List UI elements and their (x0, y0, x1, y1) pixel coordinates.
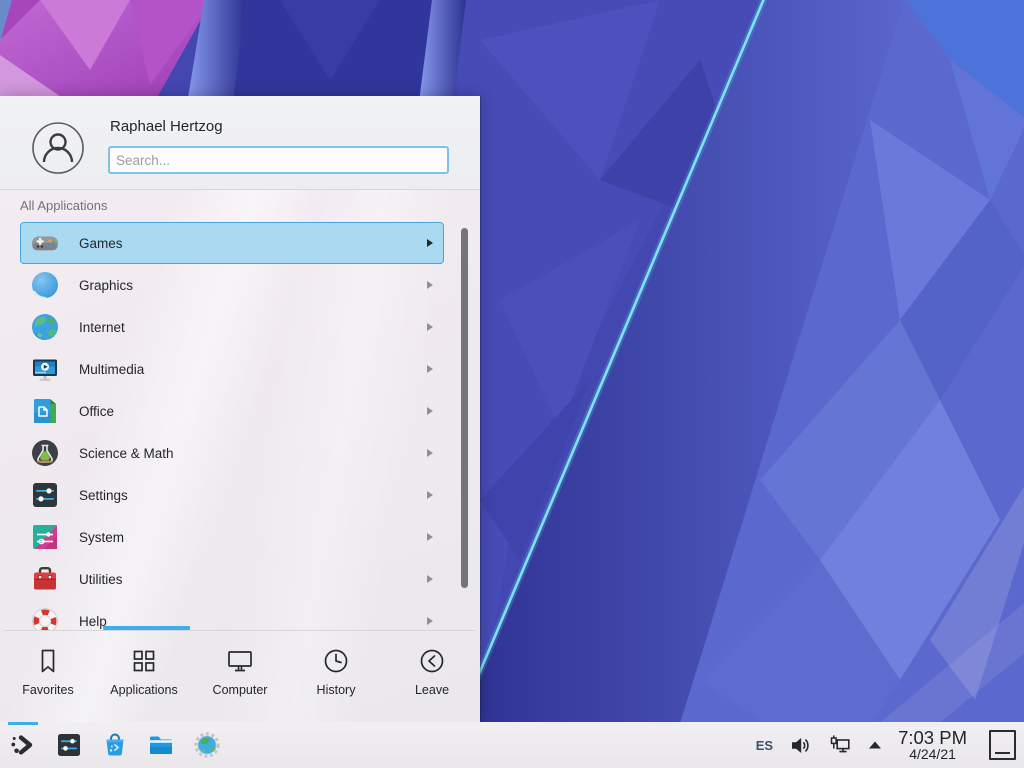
digital-clock[interactable]: 7:03 PM 4/24/21 (898, 728, 967, 762)
leave-icon (417, 646, 447, 676)
file-manager-button[interactable] (147, 731, 175, 759)
system-settings-icon (55, 731, 83, 759)
tab-leave[interactable]: Leave (384, 631, 480, 722)
utilities-icon (29, 563, 61, 595)
tab-label: History (317, 683, 356, 697)
tab-label: Applications (110, 683, 177, 697)
tab-label: Favorites (22, 683, 73, 697)
network-icon[interactable] (828, 734, 852, 757)
menu-item-utilities[interactable]: Utilities (20, 558, 444, 600)
multimedia-icon (29, 353, 61, 385)
active-tab-indicator (103, 626, 190, 630)
clock-icon (321, 646, 351, 676)
system-tray: ES 7:03 PM 4/24/21 (756, 728, 1024, 762)
menu-item-label: Utilities (79, 572, 427, 587)
menu-item-label: Settings (79, 488, 427, 503)
tab-label: Leave (415, 683, 449, 697)
submenu-arrow-icon (427, 533, 433, 541)
tab-applications[interactable]: Applications (96, 631, 192, 722)
discover-button[interactable] (101, 731, 129, 759)
system-icon (29, 521, 61, 553)
submenu-arrow-icon (427, 449, 433, 457)
file-manager-icon (147, 731, 175, 759)
section-label: All Applications (20, 198, 107, 213)
menu-item-graphics[interactable]: Graphics (20, 264, 444, 306)
menu-item-settings[interactable]: Settings (20, 474, 444, 516)
clock-date: 4/24/21 (898, 747, 967, 762)
menu-item-label: Graphics (79, 278, 427, 293)
search-input[interactable] (108, 146, 449, 174)
internet-icon (29, 311, 61, 343)
user-name: Raphael Hertzog (110, 118, 223, 135)
grid-icon (129, 646, 159, 676)
web-browser-button[interactable] (193, 731, 221, 759)
app-launcher-icon (9, 731, 37, 759)
menu-item-label: Games (79, 236, 427, 251)
submenu-arrow-icon (427, 239, 433, 247)
submenu-arrow-icon (427, 281, 433, 289)
application-launcher-menu: Raphael Hertzog All Applications Games (0, 96, 480, 722)
bookmark-icon (33, 646, 63, 676)
submenu-arrow-icon (427, 575, 433, 583)
app-launcher-button[interactable] (9, 731, 37, 759)
menu-item-label: Science & Math (79, 446, 427, 461)
help-icon (29, 605, 61, 630)
menu-item-office[interactable]: Office (20, 390, 444, 432)
settings-icon (29, 479, 61, 511)
system-settings-button[interactable] (55, 731, 83, 759)
graphics-icon (29, 269, 61, 301)
menu-item-multimedia[interactable]: Multimedia (20, 348, 444, 390)
category-list: Games Graphics (0, 222, 480, 630)
keyboard-layout-indicator[interactable]: ES (756, 738, 773, 753)
tab-computer[interactable]: Computer (192, 631, 288, 722)
submenu-arrow-icon (427, 407, 433, 415)
menu-item-label: Multimedia (79, 362, 427, 377)
expand-tray-caret-icon[interactable] (868, 740, 882, 750)
menu-item-internet[interactable]: Internet (20, 306, 444, 348)
web-browser-icon (193, 731, 221, 759)
tab-history[interactable]: History (288, 631, 384, 722)
scrollbar[interactable] (461, 228, 468, 588)
submenu-arrow-icon (427, 323, 433, 331)
menu-item-games[interactable]: Games (20, 222, 444, 264)
monitor-icon (225, 646, 255, 676)
desktop: Raphael Hertzog All Applications Games (0, 0, 1024, 768)
launcher-active-indicator (8, 722, 38, 725)
discover-icon (101, 731, 129, 759)
menu-item-help[interactable]: Help (20, 600, 444, 630)
show-desktop-button[interactable] (989, 730, 1016, 760)
volume-icon[interactable] (789, 734, 812, 757)
submenu-arrow-icon (427, 365, 433, 373)
taskbar-launcher-area (9, 731, 221, 759)
menu-item-system[interactable]: System (20, 516, 444, 558)
launcher-tabbar: Favorites Applications Computer (0, 631, 480, 722)
office-icon (29, 395, 61, 427)
menu-item-label: System (79, 530, 427, 545)
submenu-arrow-icon (427, 617, 433, 625)
taskbar: ES 7:03 PM 4/24/21 (0, 722, 1024, 768)
menu-item-label: Internet (79, 320, 427, 335)
menu-item-label: Office (79, 404, 427, 419)
science-icon (29, 437, 61, 469)
user-avatar-icon[interactable] (32, 122, 84, 174)
launcher-header: Raphael Hertzog (0, 96, 480, 190)
menu-item-science-math[interactable]: Science & Math (20, 432, 444, 474)
clock-time: 7:03 PM (898, 728, 967, 747)
games-icon (29, 227, 61, 259)
tab-label: Computer (213, 683, 268, 697)
tab-favorites[interactable]: Favorites (0, 631, 96, 722)
submenu-arrow-icon (427, 491, 433, 499)
